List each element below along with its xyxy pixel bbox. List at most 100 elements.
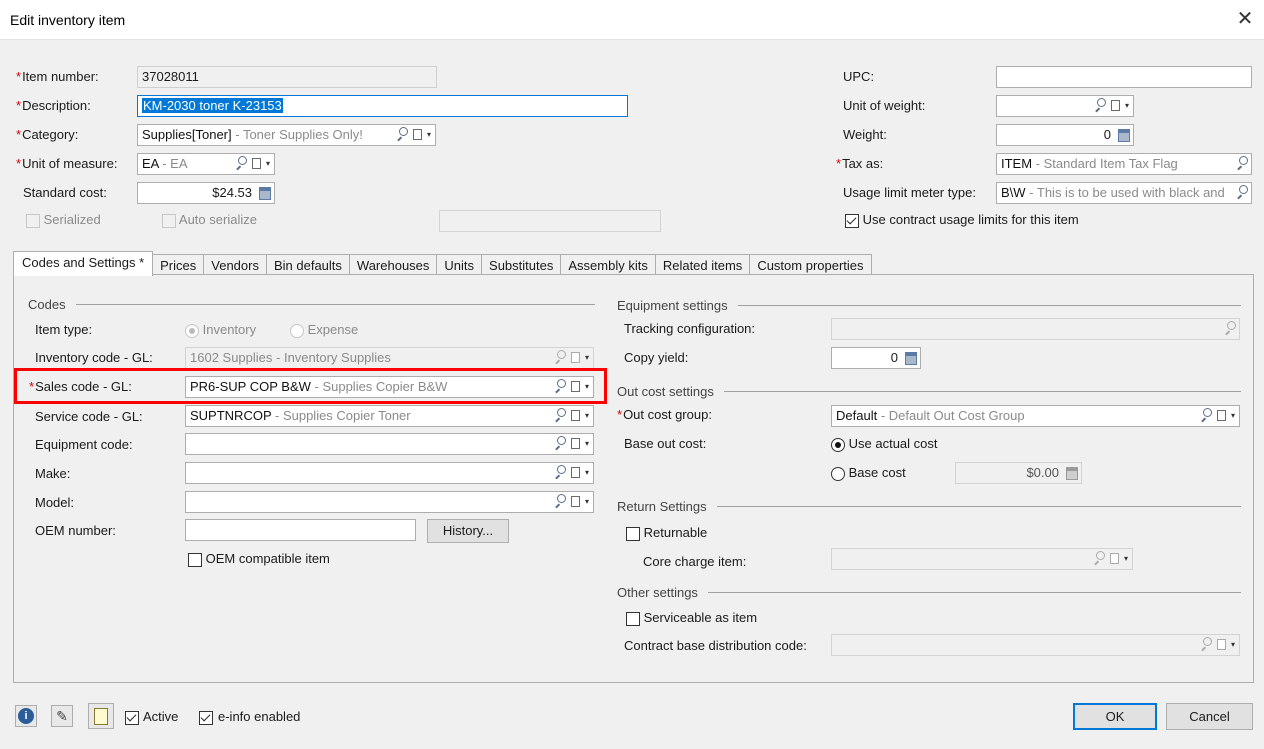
oem-number-input[interactable] <box>185 519 416 541</box>
calculator-icon[interactable] <box>905 352 917 364</box>
usage-limit-meter-type-label: Usage limit meter type: <box>843 185 976 200</box>
item-number-field: 37028011 <box>137 66 437 88</box>
chevron-down-icon[interactable]: ▾ <box>584 496 590 508</box>
flag-icon[interactable] <box>569 438 581 450</box>
inventory-code-label: Inventory code - GL: <box>35 350 153 365</box>
contract-base-distribution-label: Contract base distribution code: <box>624 638 807 653</box>
close-icon[interactable]: ✕ <box>1234 8 1256 32</box>
search-icon[interactable] <box>1094 100 1106 112</box>
search-icon[interactable] <box>554 467 566 479</box>
core-charge-item-label: Core charge item: <box>643 554 747 569</box>
model-input[interactable]: ▾ <box>185 491 594 513</box>
out-cost-group-label: *Out cost group: <box>617 407 712 422</box>
core-charge-item-field: ▾ <box>831 548 1133 570</box>
out-cost-group-input[interactable]: Default - Default Out Cost Group ▾ <box>831 405 1240 427</box>
notes-button[interactable] <box>88 703 114 729</box>
einfo-enabled-checkbox[interactable]: e-info enabled <box>199 709 300 725</box>
tab-assembly-kits[interactable]: Assembly kits <box>561 254 656 275</box>
out-cost-settings-header: Out cost settings <box>617 384 1241 399</box>
search-icon[interactable] <box>554 438 566 450</box>
chevron-down-icon[interactable]: ▾ <box>1124 100 1130 112</box>
flag-icon <box>1215 639 1227 651</box>
sales-code-highlight <box>14 368 607 404</box>
flag-icon[interactable] <box>569 467 581 479</box>
tab-bar: Codes and Settings * Prices Vendors Bin … <box>13 251 872 276</box>
unit-of-measure-input[interactable]: EA - EA ▾ <box>137 153 275 175</box>
flag-icon[interactable] <box>1215 410 1227 422</box>
chevron-down-icon[interactable]: ▾ <box>426 129 432 141</box>
calculator-icon[interactable] <box>259 187 271 199</box>
chevron-down-icon: ▾ <box>1230 640 1235 649</box>
flag-icon[interactable] <box>569 496 581 508</box>
unit-of-measure-label: *Unit of measure: <box>16 156 118 171</box>
chevron-down-icon[interactable]: ▾ <box>584 467 590 479</box>
tab-vendors[interactable]: Vendors <box>204 254 267 275</box>
search-icon[interactable] <box>1200 410 1212 422</box>
search-icon[interactable] <box>1236 158 1248 170</box>
title-bar <box>0 0 1264 40</box>
returnable-checkbox[interactable]: Returnable <box>626 525 707 541</box>
make-input[interactable]: ▾ <box>185 462 594 484</box>
search-icon <box>1093 553 1105 565</box>
service-code-input[interactable]: SUPTNRCOP - Supplies Copier Toner ▾ <box>185 405 594 427</box>
chevron-down-icon[interactable]: ▾ <box>1230 410 1236 422</box>
flag-icon[interactable] <box>250 158 262 170</box>
chevron-down-icon: ▾ <box>1123 554 1128 563</box>
inventory-code-field: 1602 Supplies - Inventory Supplies ▾ <box>185 347 594 369</box>
tab-bin-defaults[interactable]: Bin defaults <box>266 254 350 275</box>
description-input[interactable]: KM-2030 toner K-23153 <box>137 95 628 117</box>
flag-icon[interactable] <box>569 410 581 422</box>
tab-warehouses[interactable]: Warehouses <box>349 254 438 275</box>
chevron-down-icon[interactable]: ▾ <box>584 410 590 422</box>
standard-cost-input[interactable]: $24.53 <box>137 182 275 204</box>
search-icon[interactable] <box>235 158 247 170</box>
serviceable-as-item-checkbox[interactable]: Serviceable as item <box>626 610 757 626</box>
copy-yield-input[interactable]: 0 <box>831 347 921 369</box>
attachment-button[interactable]: ✎ <box>51 705 73 727</box>
flag-icon[interactable] <box>1109 100 1121 112</box>
equipment-code-input[interactable]: ▾ <box>185 433 594 455</box>
tax-as-input[interactable]: ITEM - Standard Item Tax Flag <box>996 153 1252 175</box>
tab-related-items[interactable]: Related items <box>655 254 751 275</box>
calculator-icon[interactable] <box>1118 129 1130 141</box>
history-button[interactable]: History... <box>427 519 509 543</box>
upc-label: UPC: <box>843 69 875 84</box>
base-cost-radio[interactable]: Base cost <box>831 465 906 481</box>
chevron-down-icon: ▾ <box>584 353 589 362</box>
flag-icon <box>1108 553 1120 565</box>
tab-codes-and-settings[interactable]: Codes and Settings * <box>13 251 154 276</box>
cancel-button[interactable]: Cancel <box>1166 703 1253 730</box>
model-label: Model: <box>35 495 75 510</box>
active-checkbox[interactable]: Active <box>125 709 178 725</box>
search-icon[interactable] <box>554 496 566 508</box>
unit-of-weight-input[interactable]: ▾ <box>996 95 1134 117</box>
search-icon[interactable] <box>396 129 408 141</box>
tab-units[interactable]: Units <box>437 254 483 275</box>
unit-of-weight-label: Unit of weight: <box>843 98 926 113</box>
use-contract-usage-checkbox[interactable]: Use contract usage limits for this item <box>845 212 1079 228</box>
item-number-label: *Item number: <box>16 69 99 84</box>
search-icon <box>554 352 566 364</box>
base-out-cost-label: Base out cost: <box>624 436 707 451</box>
search-icon[interactable] <box>1236 187 1248 199</box>
window-title: Edit inventory item <box>10 12 126 28</box>
ok-button[interactable]: OK <box>1073 703 1157 730</box>
category-input[interactable]: Supplies[Toner] - Toner Supplies Only! ▾ <box>137 124 436 146</box>
flag-icon[interactable] <box>411 129 423 141</box>
tab-substitutes[interactable]: Substitutes <box>482 254 562 275</box>
weight-input[interactable]: 0 <box>996 124 1134 146</box>
search-icon[interactable] <box>554 410 566 422</box>
usage-limit-meter-type-input[interactable]: B\W - This is to be used with black and <box>996 182 1252 204</box>
item-type-label: Item type: <box>35 322 93 337</box>
upc-input[interactable] <box>996 66 1252 88</box>
chevron-down-icon[interactable]: ▾ <box>265 158 271 170</box>
standard-cost-label: Standard cost: <box>23 185 107 200</box>
chevron-down-icon[interactable]: ▾ <box>584 438 590 450</box>
tab-custom-properties[interactable]: Custom properties <box>750 254 872 275</box>
info-icon: i <box>18 708 34 724</box>
oem-compatible-checkbox[interactable]: OEM compatible item <box>188 551 330 567</box>
info-button[interactable]: i <box>15 705 37 727</box>
service-code-label: Service code - GL: <box>35 409 143 424</box>
tab-prices[interactable]: Prices <box>153 254 205 275</box>
use-actual-cost-radio[interactable]: Use actual cost <box>831 436 938 452</box>
